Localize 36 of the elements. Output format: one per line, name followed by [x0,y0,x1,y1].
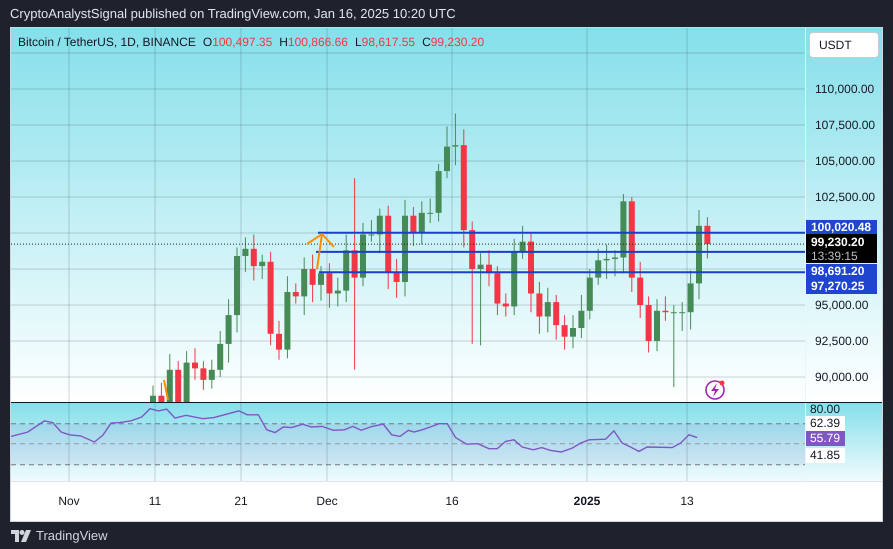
logo-icon [11,530,31,542]
ohlc-value: 98,617.55 [362,35,416,49]
price-tag: 97,270.25 [806,279,877,294]
date-label: Nov [58,494,80,508]
price-tag: 100,020.48 [806,220,877,235]
brand-name: TradingView [36,528,108,543]
ohlc-key: L [354,35,362,49]
rsi-label: 41.85 [806,448,846,463]
ohlc-value: 100,866.66 [288,35,348,49]
ohlc-key: C [422,35,431,49]
lightning-icon[interactable] [705,380,725,400]
date-label: 11 [148,494,162,508]
price-tick: 105,000.00 [815,153,876,169]
rsi-label: 55.79 [806,431,846,446]
date-label: 21 [234,494,248,508]
price-tick: 92,500.00 [815,333,868,349]
date-label: 2025 [574,494,600,508]
price-tick: 107,500.00 [815,117,876,133]
date-label: 13 [680,494,694,508]
ohlc-key: H [279,35,288,49]
date-label: Dec [316,494,338,508]
symbol-label: Bitcoin / TetherUS, 1D, BINANCE [18,35,196,49]
price-tick: 110,000.00 [815,81,874,97]
rsi-label: 62.39 [806,416,846,431]
price-tick: 102,500.00 [815,189,876,205]
ohlc-value: 99,230.20 [430,35,484,49]
price-tag: 98,691.20 [806,264,877,279]
rsi-label: 80.00 [809,403,842,417]
ohlc-key: O [202,35,212,49]
price-tag: 99,230.20 13:39:15 [806,234,877,263]
price-tick: 90,000.00 [815,369,868,385]
price-tick: 95,000.00 [815,297,868,313]
ohlc-value: 100,497.35 [212,35,272,49]
currency-button[interactable]: USDT [809,32,879,58]
date-label: 16 [445,494,459,508]
publish-info: CryptoAnalystSignal published on TradingView.com, Jan 16, 2025 10:20 UTC [10,6,456,21]
